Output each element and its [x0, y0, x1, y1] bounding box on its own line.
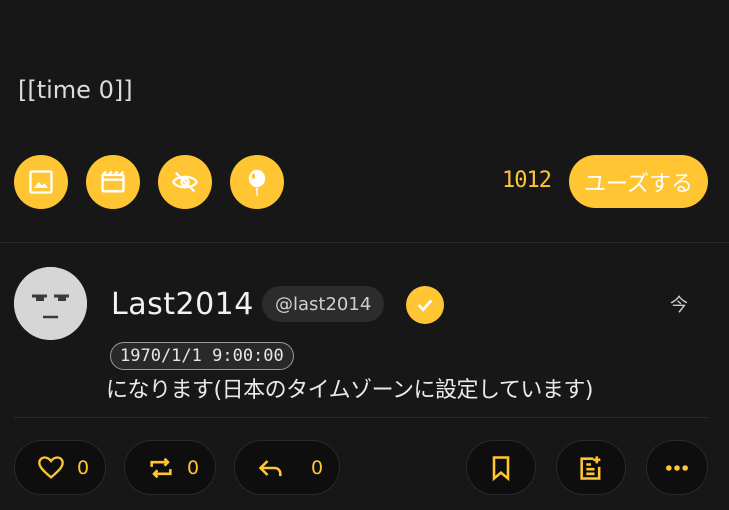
like-button[interactable]: 0: [14, 440, 106, 495]
time-chip: 1970/1/1 9:00:00: [110, 342, 294, 370]
post-timestamp[interactable]: 今: [670, 291, 688, 317]
reply-count: 0: [311, 456, 324, 479]
divider: [14, 417, 708, 418]
repost-icon: [150, 457, 172, 478]
avatar[interactable]: [14, 267, 87, 340]
composer-line-1: [[time 0]]: [18, 76, 133, 104]
post-button[interactable]: ユーズする: [569, 155, 708, 208]
reply-button[interactable]: 0: [234, 440, 340, 495]
post-body: になります(日本のタイムゾーンに設定しています): [106, 378, 593, 403]
note-edit-icon: [580, 455, 601, 480]
author-name[interactable]: Last2014: [111, 287, 254, 322]
divider: [0, 242, 729, 243]
more-button[interactable]: [646, 440, 708, 495]
add-image-button[interactable]: [14, 155, 68, 209]
reply-icon: [258, 459, 282, 476]
video-icon: [101, 170, 125, 193]
balloon-icon: [248, 169, 266, 196]
repost-count: 0: [187, 456, 200, 479]
note-button[interactable]: [556, 440, 626, 495]
avatar-face-icon: [14, 267, 87, 340]
repost-button[interactable]: 0: [124, 440, 216, 495]
balloon-button[interactable]: [230, 155, 284, 209]
like-count: 0: [77, 456, 90, 479]
verified-icon: [406, 286, 444, 324]
bookmark-button[interactable]: [466, 440, 536, 495]
image-icon: [29, 170, 53, 194]
eye-slash-icon: [172, 171, 198, 193]
author-handle[interactable]: @last2014: [262, 286, 385, 322]
heart-icon: [38, 455, 64, 479]
more-icon: [666, 464, 688, 471]
add-video-button[interactable]: [86, 155, 140, 209]
character-count: 1012: [502, 168, 552, 193]
bookmark-icon: [492, 455, 510, 481]
hide-content-button[interactable]: [158, 155, 212, 209]
